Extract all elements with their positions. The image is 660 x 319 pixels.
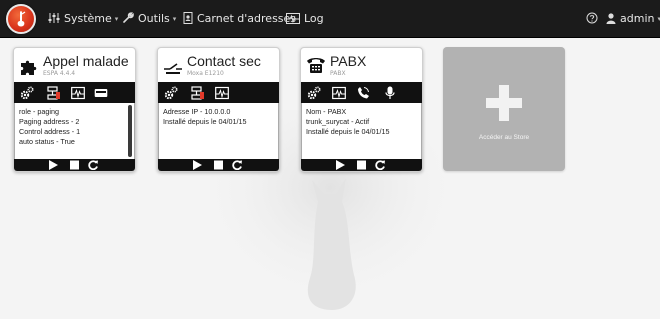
- restart-icon[interactable]: [88, 160, 99, 170]
- heartbeat-monitor-icon[interactable]: [332, 86, 346, 100]
- stop-icon[interactable]: [356, 160, 367, 170]
- store-label: Accéder au Store: [478, 134, 530, 141]
- play-icon[interactable]: [335, 160, 346, 170]
- restart-icon[interactable]: [232, 160, 243, 170]
- store-tile[interactable]: Accéder au Store: [443, 47, 565, 171]
- user-menu[interactable]: admin ▾: [606, 0, 660, 38]
- chevron-down-icon: ▾: [114, 15, 119, 23]
- switch-icon: [164, 63, 182, 74]
- card-header: PABX PABX: [301, 48, 422, 82]
- info-scrollbar[interactable]: [128, 105, 132, 157]
- module-card-appel-malade[interactable]: Appel malade ESPA 4.4.4 role - paging Pa…: [13, 47, 136, 172]
- network-alert-icon[interactable]: [191, 86, 205, 100]
- card-controls: [14, 159, 135, 171]
- heartbeat-monitor-icon: [286, 12, 300, 24]
- telephone-icon: [307, 58, 325, 73]
- info-line: Adresse IP - 10.0.0.0: [163, 107, 231, 116]
- menu-systeme[interactable]: Système ▾: [48, 0, 118, 38]
- network-alert-icon[interactable]: [47, 86, 61, 100]
- address-book-icon: [183, 12, 193, 24]
- info-line: role - paging: [19, 107, 59, 116]
- module-card-pabx[interactable]: PABX PABX Nom - PABX trunk_surycat - Act…: [300, 47, 423, 172]
- app-logo[interactable]: [6, 4, 36, 34]
- menu-systeme-label: Système: [64, 12, 112, 25]
- menu-log[interactable]: Log: [286, 0, 324, 38]
- settings-gears-icon[interactable]: [164, 86, 178, 100]
- menu-carnet-adresses[interactable]: Carnet d'adresses: [183, 0, 296, 38]
- stop-icon[interactable]: [213, 160, 224, 170]
- top-navbar: Système ▾ Outils ▾ Carnet d'adresses Log a…: [0, 0, 660, 38]
- heartbeat-monitor-icon[interactable]: [215, 86, 229, 100]
- info-line: auto status - True: [19, 137, 75, 146]
- card-title: PABX: [330, 53, 367, 69]
- chevron-down-icon: ▾: [172, 15, 177, 23]
- user-icon: [606, 12, 616, 24]
- logo-icon: [17, 11, 26, 27]
- card-subtitle: PABX: [330, 70, 346, 77]
- stop-icon[interactable]: [69, 160, 80, 170]
- play-icon[interactable]: [192, 160, 203, 170]
- card-info-panel: Adresse IP - 10.0.0.0 Installé depuis le…: [158, 103, 279, 162]
- card-subtitle: Moxa E1210: [187, 70, 224, 77]
- info-line: Paging address - 2: [19, 117, 80, 126]
- info-line: Installé depuis le 04/01/15: [163, 117, 247, 126]
- restart-icon[interactable]: [375, 160, 386, 170]
- settings-gears-icon[interactable]: [20, 86, 34, 100]
- menu-log-label: Log: [304, 12, 324, 25]
- card-header: Contact sec Moxa E1210: [158, 48, 279, 82]
- help-circle-icon: [586, 12, 598, 24]
- pager-icon[interactable]: [94, 86, 108, 100]
- microphone-icon[interactable]: [383, 86, 397, 100]
- help-button[interactable]: [586, 0, 602, 38]
- info-line: Control address - 1: [19, 127, 81, 136]
- menu-carnet-label: Carnet d'adresses: [197, 12, 297, 25]
- card-subtitle: ESPA 4.4.4: [43, 70, 76, 77]
- card-controls: [301, 159, 422, 171]
- user-name: admin: [620, 12, 655, 25]
- info-line: trunk_surycat - Actif: [306, 117, 370, 126]
- module-card-contact-sec[interactable]: Contact sec Moxa E1210 Adresse IP - 10.0…: [157, 47, 280, 172]
- card-title: Contact sec: [187, 53, 261, 69]
- info-line: Installé depuis le 04/01/15: [306, 127, 390, 136]
- info-line: Nom - PABX: [306, 107, 347, 116]
- play-icon[interactable]: [48, 160, 59, 170]
- card-toolbar: [158, 82, 279, 103]
- card-controls: [158, 159, 279, 171]
- puzzle-icon: [21, 60, 37, 75]
- card-info-panel: role - paging Paging address - 2 Control…: [14, 103, 135, 162]
- plus-icon-vertical: [499, 85, 509, 121]
- menu-outils-label: Outils: [138, 12, 170, 25]
- card-info-panel: Nom - PABX trunk_surycat - Actif Install…: [301, 103, 422, 162]
- card-toolbar: [14, 82, 135, 103]
- card-header: Appel malade ESPA 4.4.4: [14, 48, 135, 82]
- wrench-icon: [123, 12, 134, 23]
- phone-call-icon[interactable]: [356, 86, 370, 100]
- card-title: Appel malade: [43, 53, 129, 69]
- settings-gears-icon[interactable]: [307, 86, 321, 100]
- menu-outils[interactable]: Outils ▾: [122, 0, 176, 38]
- heartbeat-monitor-icon[interactable]: [71, 86, 85, 100]
- sliders-icon: [48, 13, 60, 23]
- card-toolbar: [301, 82, 422, 103]
